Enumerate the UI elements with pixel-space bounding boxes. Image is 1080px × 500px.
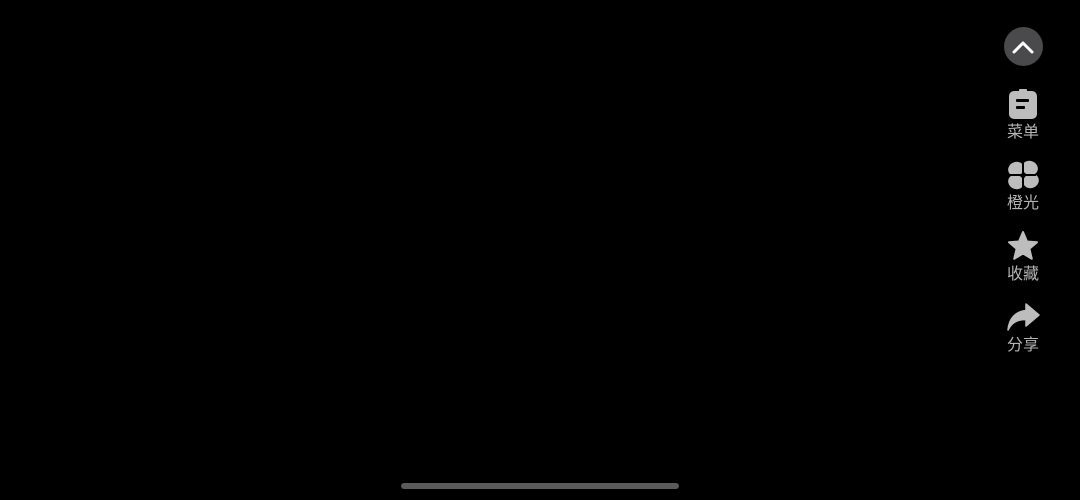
orange-light-icon	[1008, 160, 1039, 190]
share-icon	[1007, 303, 1040, 331]
orange-light-button[interactable]: 橙光	[1001, 159, 1045, 213]
favorite-label: 收藏	[1006, 264, 1039, 283]
home-indicator[interactable]	[401, 483, 679, 489]
collapse-button[interactable]	[1003, 27, 1043, 66]
favorite-button[interactable]: 收藏	[1001, 230, 1045, 284]
share-label: 分享	[1006, 335, 1039, 354]
game-screen: 菜单 橙光 收藏 分享	[0, 0, 1080, 500]
menu-icon	[1009, 89, 1037, 119]
orange-light-label: 橙光	[1006, 193, 1039, 212]
chevron-up-icon	[1012, 41, 1034, 53]
star-icon	[1008, 231, 1038, 260]
share-button[interactable]: 分享	[1001, 301, 1045, 355]
menu-button[interactable]: 菜单	[1001, 88, 1045, 142]
side-toolbar: 菜单 橙光 收藏 分享	[1003, 27, 1043, 372]
menu-label: 菜单	[1006, 122, 1039, 141]
